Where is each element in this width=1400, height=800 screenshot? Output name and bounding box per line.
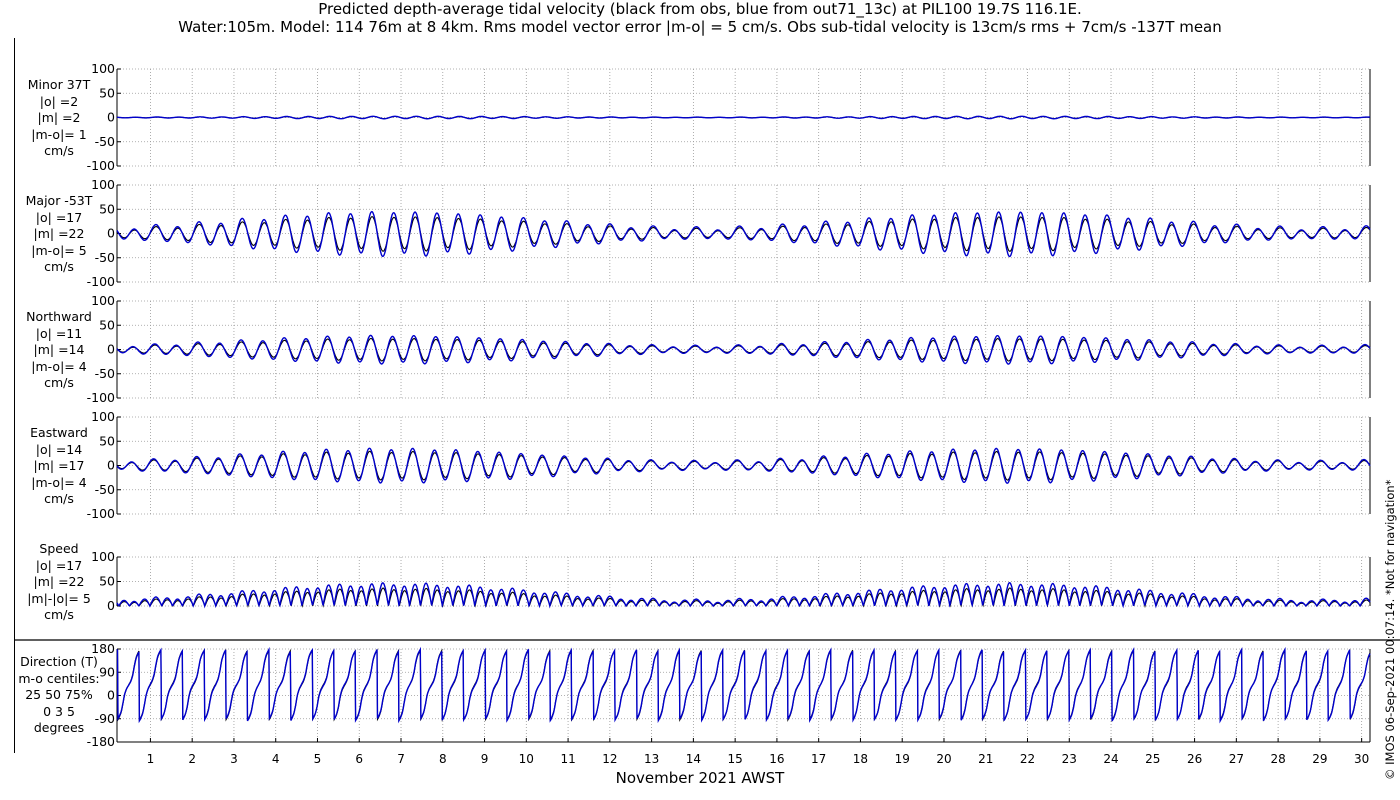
panel-label-line: |o| =17 <box>35 209 83 225</box>
x-tick-label: 17 <box>811 752 826 766</box>
panel-label-line: Minor 37T <box>27 77 91 92</box>
y-tick-label: -100 <box>87 506 115 521</box>
y-tick-label: 100 <box>91 293 115 308</box>
panel-label-line: |m|-|o|= 5 <box>27 590 91 606</box>
series-line-obs-direction <box>116 648 1371 722</box>
panel-label-line: |m-o|= 4 <box>31 358 87 374</box>
y-tick-label: 100 <box>91 177 115 192</box>
panel-label-line: |o| =14 <box>35 441 83 457</box>
panel-label-line: |m| =14 <box>33 342 85 357</box>
x-tick-label: 2 <box>188 752 196 766</box>
panel-label-line: |m| =2 <box>37 110 81 125</box>
x-tick-label: 14 <box>686 752 701 766</box>
panel-label-line: |m| =17 <box>33 458 85 473</box>
panel-label-line: |m| =22 <box>33 574 85 589</box>
x-tick-label: 1 <box>147 752 155 766</box>
x-tick-label: 10 <box>519 752 534 766</box>
x-tick-label: 19 <box>895 752 910 766</box>
panel-label-line: |o| =11 <box>35 325 83 341</box>
panel-label-direction: Direction (T) m-o centiles: 25 50 75% 0 3 5… <box>4 654 114 737</box>
panel-label-line: Major -53T <box>25 193 93 208</box>
x-tick-label: 5 <box>314 752 322 766</box>
panel-label-line: 0 3 5 <box>43 703 75 719</box>
panel-label-minor: Minor 37T |o| =2 |m| =2 |m-o|= 1 cm/s <box>4 77 114 160</box>
panel-label-eastward: Eastward |o| =14 |m| =17 |m-o|= 4 cm/s <box>4 425 114 508</box>
panel-label-line: cm/s <box>44 259 74 274</box>
x-tick-label: 7 <box>397 752 405 766</box>
y-tick-label: -100 <box>87 390 115 405</box>
x-tick-label: 9 <box>481 752 489 766</box>
x-tick-label: 22 <box>1020 752 1035 766</box>
panel-label-line: degrees <box>33 720 85 735</box>
x-tick-label: 26 <box>1187 752 1202 766</box>
x-tick-label: 18 <box>853 752 868 766</box>
panel-label-line: cm/s <box>44 491 74 506</box>
tidal-velocity-chart: 100500-50-100100500-50-100100500-50-1001… <box>14 61 1400 766</box>
panel-label-northward: Northward |o| =11 |m| =14 |m-o|= 4 cm/s <box>4 309 114 392</box>
x-tick-label: 20 <box>936 752 951 766</box>
x-tick-label: 28 <box>1270 752 1285 766</box>
panel-label-line: Speed <box>39 541 79 556</box>
panel-label-line: Northward <box>26 309 92 324</box>
x-tick-label: 24 <box>1103 752 1118 766</box>
panel-label-line: cm/s <box>44 375 74 390</box>
x-tick-label: 25 <box>1145 752 1160 766</box>
x-tick-label: 3 <box>230 752 238 766</box>
x-tick-label: 16 <box>769 752 784 766</box>
panel-label-line: |m| =22 <box>33 226 85 241</box>
panel-label-line: |m-o|= 1 <box>31 126 87 142</box>
y-tick-label: -100 <box>87 274 115 289</box>
series-line-model-speed <box>116 581 1371 609</box>
x-tick-label: 29 <box>1312 752 1327 766</box>
panel-label-line: Eastward <box>30 425 88 440</box>
x-tick-label: 23 <box>1062 752 1077 766</box>
panel-label-line: |o| =17 <box>35 557 83 573</box>
x-tick-label: 8 <box>439 752 447 766</box>
x-tick-label: 11 <box>560 752 575 766</box>
panel-label-major: Major -53T |o| =17 |m| =22 |m-o|= 5 cm/s <box>4 193 114 276</box>
y-tick-label: 100 <box>91 409 115 424</box>
x-tick-label: 27 <box>1229 752 1244 766</box>
panel-label-line: 25 50 75% <box>25 687 93 702</box>
x-axis-label: November 2021 AWST <box>615 769 785 787</box>
x-tick-label: 15 <box>728 752 743 766</box>
panel-label-line: Direction (T) <box>20 654 98 669</box>
x-tick-label: 30 <box>1354 752 1369 766</box>
panel-label-line: |o| =2 <box>39 93 79 109</box>
series-line-model-minor <box>116 115 1371 120</box>
series-line-model-major <box>116 210 1371 258</box>
x-tick-label: 13 <box>644 752 659 766</box>
x-tick-label: 21 <box>978 752 993 766</box>
x-tick-label: 4 <box>272 752 280 766</box>
panel-label-speed: Speed |o| =17 |m| =22 |m|-|o|= 5 cm/s <box>4 541 114 624</box>
x-tick-label: 12 <box>602 752 617 766</box>
panel-label-line: |m-o|= 4 <box>31 474 87 490</box>
x-tick-label: 6 <box>355 752 363 766</box>
panel-label-line: m-o centiles: <box>18 670 100 686</box>
panel-label-line: cm/s <box>44 607 74 622</box>
panel-label-line: cm/s <box>44 143 74 158</box>
y-tick-label: 100 <box>91 61 115 76</box>
copyright-notice: © IMOS 06-Sep-2021 00:07:14. *Not for na… <box>1383 479 1397 780</box>
y-tick-label: -100 <box>87 158 115 173</box>
panel-label-line: |m-o|= 5 <box>31 242 87 258</box>
series-line-model-direction <box>116 646 1371 724</box>
